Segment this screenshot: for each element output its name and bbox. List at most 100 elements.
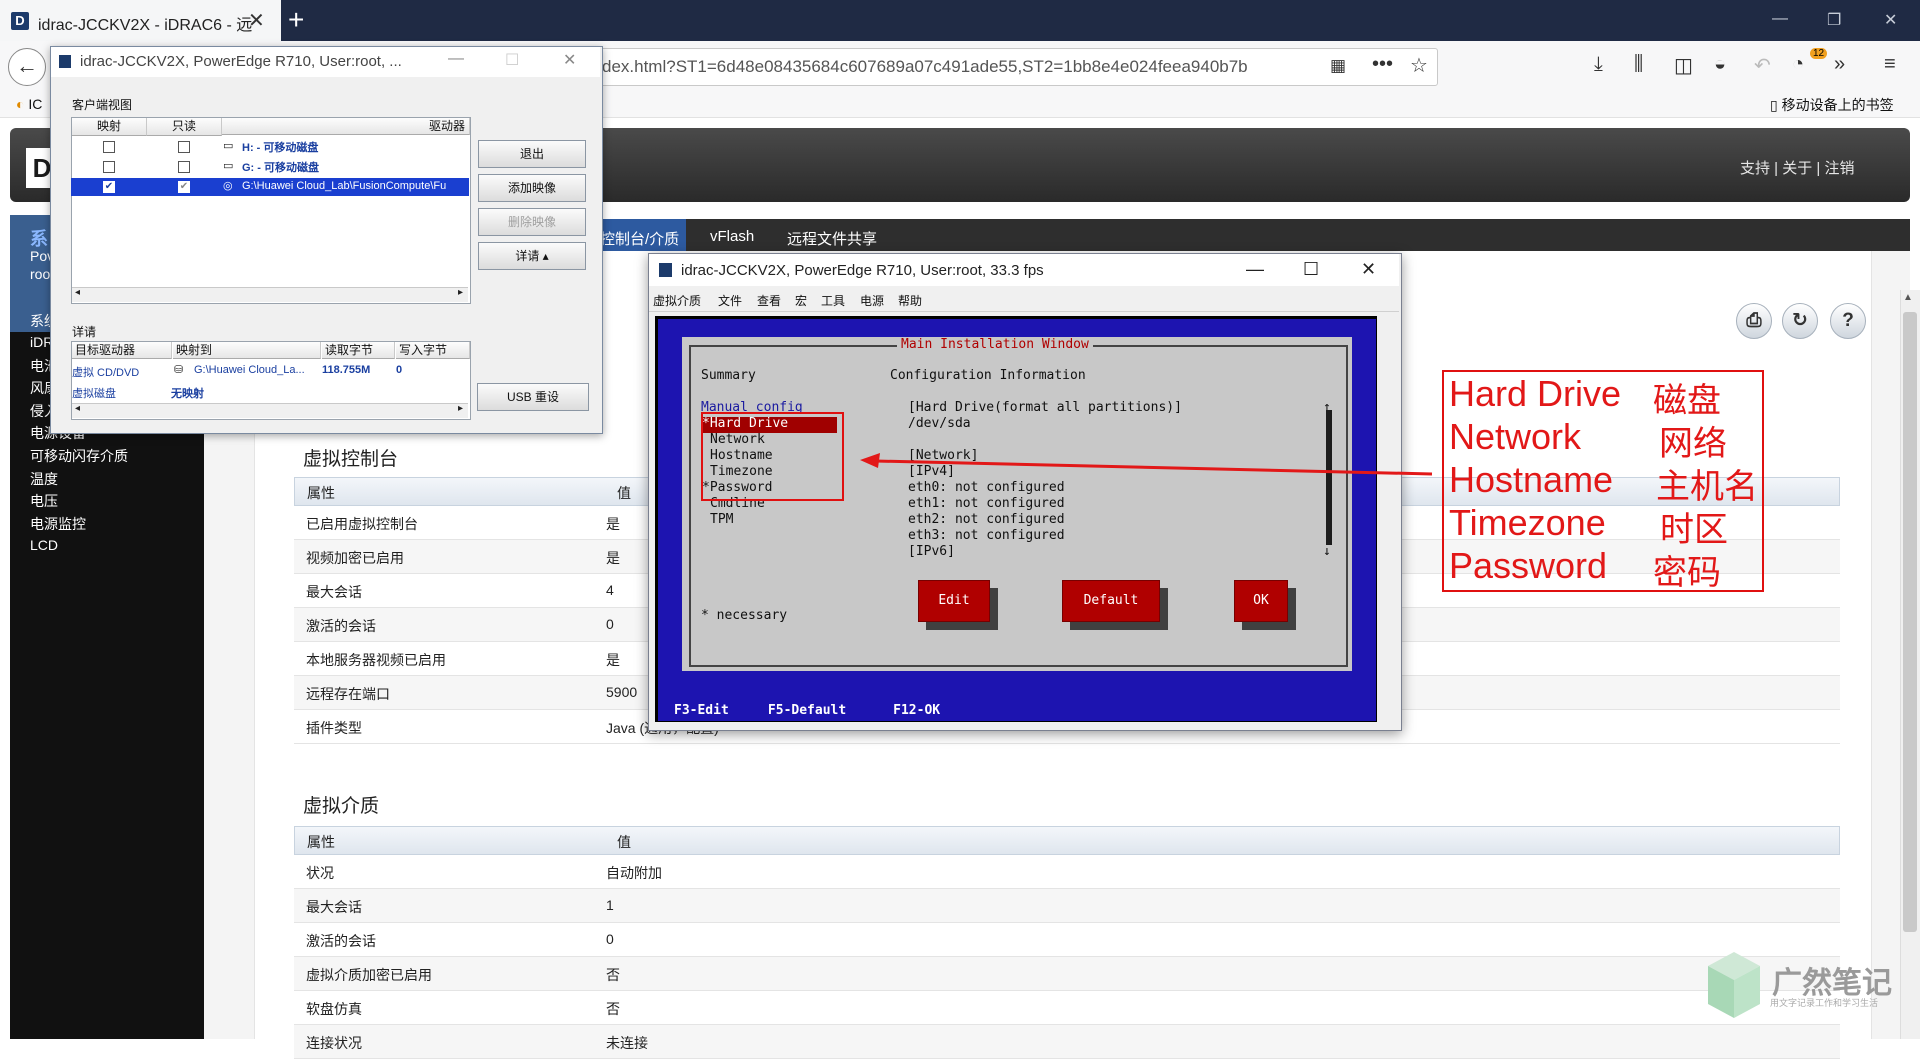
readonly-checkbox-g[interactable] [178, 161, 190, 173]
menu-view[interactable]: 查看 [757, 292, 781, 309]
qr-code-icon[interactable]: ▦ [1330, 56, 1346, 76]
map-checkbox-g[interactable] [103, 161, 115, 173]
tui-info-line: [Hard Drive(format all partitions)] [908, 400, 1182, 415]
bookmark-item[interactable]: ◐ IC [16, 96, 42, 112]
readonly-checkbox-h[interactable] [178, 141, 190, 153]
readonly-checkbox-image[interactable]: ✔ [178, 181, 190, 193]
details-button[interactable]: 详请 ▴ [478, 242, 586, 270]
new-tab-icon[interactable]: + [288, 4, 304, 36]
tui-default-button[interactable]: Default [1062, 580, 1160, 622]
tui-info-line: eth2: not configured [908, 512, 1065, 527]
extension-icon[interactable]: ◒ [1714, 53, 1726, 76]
disk-icon: ⛁ [174, 364, 184, 376]
library-icon[interactable]: ⫼ [1634, 53, 1643, 76]
annotation-en: Hard Drive [1449, 373, 1622, 414]
tui-edit-button[interactable]: Edit [918, 580, 990, 622]
menu-virtual-media[interactable]: 虚拟介质 [653, 292, 701, 309]
undo-icon[interactable]: ↶ [1754, 53, 1771, 78]
annotation-highlight-box [701, 412, 844, 501]
col-map: 映射 [72, 118, 147, 136]
tui-ok-button[interactable]: OK [1234, 580, 1288, 622]
menu-file[interactable]: 文件 [718, 292, 742, 309]
table-header: 属性 值 [294, 826, 1840, 855]
annotation-zh: 磁盘 [1653, 382, 1721, 420]
sidebar-item-temperature[interactable]: 温度 [30, 469, 58, 489]
more-actions-icon[interactable]: ••• [1372, 53, 1393, 76]
remove-image-button[interactable]: 删除映像 [478, 208, 586, 236]
tab-remote-file-share[interactable]: 远程文件共享 [787, 228, 877, 249]
tui-function-keys: F3-Edit F5-Default F12-OK [674, 703, 941, 718]
annotation-zh: 时区 [1660, 511, 1728, 549]
bookmark-star-icon[interactable]: ☆ [1410, 53, 1428, 78]
detail-target-disk: 虚拟磁盘 [72, 388, 116, 400]
tui-info-line: /dev/sda [908, 416, 971, 431]
console-close-icon[interactable]: ✕ [1361, 259, 1376, 280]
scroll-left-icon[interactable]: ◂ [75, 287, 80, 298]
console-maximize-icon[interactable]: ☐ [1303, 259, 1319, 280]
console-minimize-icon[interactable]: — [1246, 259, 1264, 280]
sidebar-item-lcd[interactable]: LCD [30, 537, 58, 553]
tui-summary: Summary [701, 368, 756, 383]
drive-h-label[interactable]: H: - 可移动磁盘 [242, 139, 318, 155]
restore-window-icon[interactable]: ❐ [1827, 10, 1841, 30]
exit-button[interactable]: 退出 [478, 140, 586, 168]
tab-title: idrac-JCCKV2X - iDRAC6 - 远 [38, 17, 253, 34]
details-hscroll[interactable] [72, 403, 468, 418]
map-checkbox-h[interactable] [103, 141, 115, 153]
vm-minimize-icon[interactable]: — [448, 50, 464, 68]
dell-favicon-icon: D [11, 12, 29, 30]
page-scrollbar-thumb[interactable] [1903, 312, 1917, 932]
menu-icon[interactable]: ≡ [1884, 53, 1896, 76]
print-icon[interactable]: ⎙ [1736, 303, 1772, 339]
annotation-en: Hostname [1449, 459, 1614, 500]
add-image-button[interactable]: 添加映像 [478, 174, 586, 202]
browser-tab[interactable]: D idrac-JCCKV2X - iDRAC6 - 远 ✕ [0, 0, 281, 41]
tab-vflash[interactable]: vFlash [710, 228, 754, 245]
scroll-up-icon[interactable]: ▲ [1903, 292, 1913, 303]
menu-power[interactable]: 电源 [860, 292, 884, 309]
annotation-zh: 主机名 [1656, 468, 1758, 506]
section-title-virtual-media: 虚拟介质 [303, 796, 380, 817]
tui-item-tpm[interactable]: TPM [710, 512, 733, 528]
map-checkbox-image[interactable]: ✔ [103, 181, 115, 193]
tui-necessary-note: * necessary [701, 608, 788, 623]
mobile-bookmarks[interactable]: ▯ 移动设备上的书签 [1770, 95, 1894, 115]
menu-help[interactable]: 帮助 [898, 292, 922, 309]
scroll-right-icon[interactable]: ▸ [458, 403, 463, 414]
menu-tools[interactable]: 工具 [821, 292, 845, 309]
java-window-icon [659, 263, 672, 277]
menu-macro[interactable]: 宏 [795, 292, 807, 309]
minimize-window-icon[interactable]: — [1772, 10, 1788, 28]
download-icon[interactable]: ⤓ [1594, 53, 1603, 76]
table-row: 状况 自动附加 [294, 855, 1840, 889]
close-tab-icon[interactable]: ✕ [248, 8, 265, 33]
help-icon[interactable]: ? [1830, 303, 1866, 339]
url-text[interactable]: dex.html?ST1=6d48e08435684c607689a07c491… [602, 57, 1292, 77]
tab-console-media[interactable]: 控制台/介质 [600, 228, 679, 249]
console-title: idrac-JCCKV2X, PowerEdge R710, User:root… [681, 262, 1044, 279]
drive-icon: ▭ [223, 140, 234, 152]
back-button[interactable]: ← [8, 48, 46, 86]
scroll-left-icon[interactable]: ◂ [75, 403, 80, 414]
detail-mapped-disk: 无映射 [171, 388, 204, 400]
java-window-icon [59, 55, 71, 68]
sidebar-item-power-monitor[interactable]: 电源监控 [30, 514, 86, 534]
sidebar-item-voltage[interactable]: 电压 [30, 491, 58, 511]
addon-icon[interactable]: ◔ [1792, 53, 1804, 76]
section-title-virtual-console: 虚拟控制台 [303, 449, 399, 470]
col-mapped-to: 映射到 [173, 342, 321, 359]
close-window-icon[interactable]: ✕ [1884, 10, 1897, 30]
vm-close-icon[interactable]: ✕ [563, 50, 576, 70]
iso-image-path[interactable]: G:\Huawei Cloud_Lab\FusionCompute\Fu [242, 180, 468, 192]
sidebar-item-flash-media[interactable]: 可移动闪存介质 [30, 446, 128, 466]
col-target: 目标驱动器 [72, 342, 172, 359]
drive-table-hscroll[interactable] [72, 287, 468, 302]
refresh-icon[interactable]: ↻ [1782, 303, 1818, 339]
scroll-right-icon[interactable]: ▸ [458, 287, 463, 298]
header-links[interactable]: 支持 | 关于 | 注销 [1740, 157, 1854, 178]
sidebar-toggle-icon[interactable]: ◫ [1674, 53, 1693, 78]
vm-maximize-icon[interactable]: ☐ [505, 50, 519, 70]
drive-g-label[interactable]: G: - 可移动磁盘 [242, 159, 319, 175]
usb-reset-button[interactable]: USB 重设 [477, 383, 589, 411]
overflow-chevron-icon[interactable]: » [1834, 53, 1845, 76]
